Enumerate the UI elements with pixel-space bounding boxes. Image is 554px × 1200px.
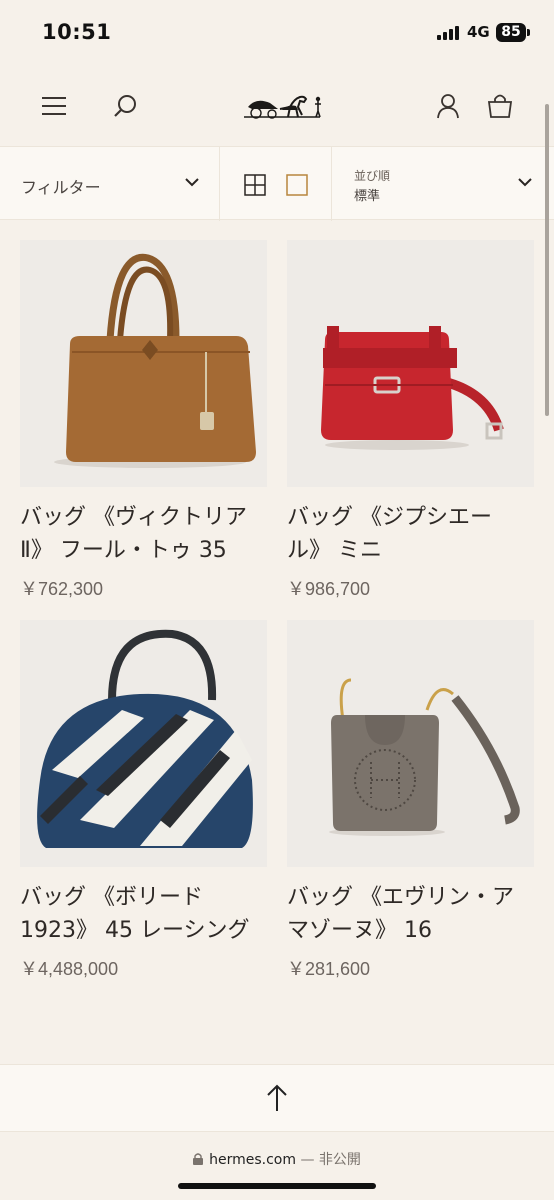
arrow-up-icon: [267, 1084, 287, 1111]
network-label: 4G: [467, 23, 490, 41]
url-bar[interactable]: hermes.com — 非公開: [0, 1132, 554, 1200]
product-name[interactable]: バッグ 《ジプシエール》 ミニ: [287, 501, 534, 567]
grey-bag-image[interactable]: [287, 620, 534, 867]
status-time: 10:51: [42, 20, 112, 44]
product-card[interactable]: バッグ 《ジプシエール》 ミニ ￥986,700: [287, 240, 534, 601]
sort-dropdown[interactable]: 並び順 標準: [333, 147, 554, 221]
brown-bag-image[interactable]: [20, 240, 267, 487]
url-suffix: — 非公開: [300, 1152, 361, 1168]
chevron-down-icon: [185, 178, 199, 187]
home-indicator[interactable]: [178, 1183, 376, 1189]
url-domain: hermes.com: [209, 1152, 296, 1168]
product-card[interactable]: バッグ 《ヴィクトリア Ⅱ》 フール・トゥ 35 ￥762,300: [20, 240, 267, 601]
product-name[interactable]: バッグ 《ヴィクトリア Ⅱ》 フール・トゥ 35: [20, 501, 267, 567]
product-name[interactable]: バッグ 《ボリード 1923》 45 レーシング: [20, 881, 267, 947]
single-view-icon[interactable]: [286, 174, 308, 196]
sort-value: 標準: [354, 189, 381, 204]
red-bag-image[interactable]: [287, 240, 534, 487]
account-icon[interactable]: [428, 86, 468, 126]
filter-label: フィルター: [21, 178, 101, 197]
menu-icon[interactable]: [34, 86, 74, 126]
signal-icon: [437, 26, 461, 40]
product-card[interactable]: バッグ 《ボリード 1923》 45 レーシング ￥4,488,000: [20, 620, 267, 981]
chevron-down-icon: [518, 178, 532, 187]
filter-bar: フィルター 並び順 標準: [0, 146, 554, 221]
url-text: hermes.com — 非公開: [0, 1149, 554, 1169]
racing-bag-image[interactable]: [20, 620, 267, 867]
product-price: ￥4,488,000: [20, 959, 119, 979]
status-bar: 10:51 4G 85: [0, 0, 554, 64]
grid-view-icon[interactable]: [244, 174, 266, 196]
search-icon[interactable]: [106, 86, 146, 126]
battery-icon: 85: [496, 23, 526, 42]
carriage-logo-icon[interactable]: [239, 86, 329, 126]
battery-tip: [527, 29, 530, 36]
sort-label: 並び順: [354, 169, 391, 183]
product-card[interactable]: バッグ 《エヴリン・アマゾーヌ》 16 ￥281,600: [287, 620, 534, 981]
back-to-top-button[interactable]: [0, 1064, 554, 1132]
product-price: ￥281,600: [287, 959, 371, 979]
lock-icon: [193, 1153, 204, 1165]
product-name[interactable]: バッグ 《エヴリン・アマゾーヌ》 16: [287, 881, 534, 947]
shopping-bag-icon[interactable]: [480, 86, 520, 126]
product-price: ￥762,300: [20, 579, 104, 599]
filter-dropdown[interactable]: フィルター: [0, 147, 220, 221]
site-header: [0, 64, 554, 146]
view-toggle: [221, 147, 332, 221]
scrollbar[interactable]: [545, 104, 549, 416]
product-price: ￥986,700: [287, 579, 371, 599]
